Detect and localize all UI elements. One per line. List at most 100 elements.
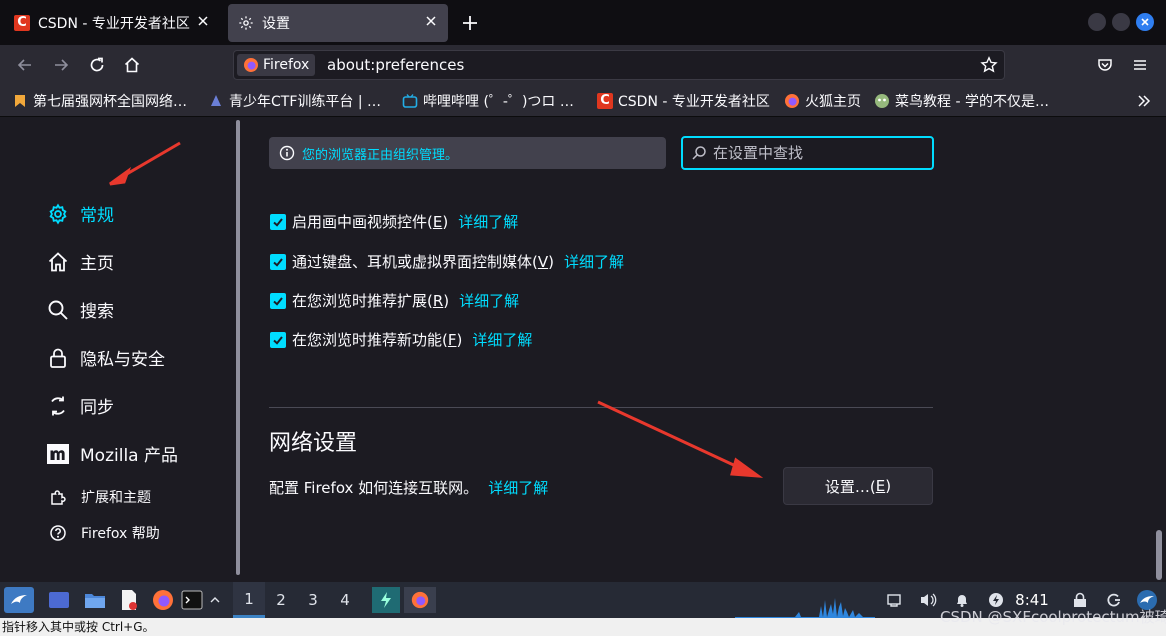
learn-more-link[interactable]: 详细了解 xyxy=(458,211,518,232)
back-button[interactable] xyxy=(13,53,37,77)
checkbox[interactable] xyxy=(270,213,286,230)
bookmark-item[interactable]: 火狐主页 xyxy=(784,91,861,111)
minimize-button[interactable] xyxy=(1088,13,1106,31)
window-close-button[interactable] xyxy=(1136,13,1154,31)
new-tab-button[interactable] xyxy=(460,13,480,33)
folder-icon xyxy=(85,594,105,608)
learn-more-link[interactable]: 详细了解 xyxy=(488,477,548,498)
option-label[interactable]: 启用画中画视频控件(E) xyxy=(292,211,448,232)
reload-button[interactable] xyxy=(85,53,109,77)
arrow-left-icon xyxy=(17,59,31,71)
sidebar-item-help[interactable]: Firefox 帮助 xyxy=(46,523,160,543)
checkbox[interactable] xyxy=(270,253,286,270)
learn-more-link[interactable]: 详细了解 xyxy=(472,329,532,350)
taskbar-window-kali[interactable] xyxy=(372,587,400,613)
info-icon xyxy=(279,145,295,161)
checkmark-icon xyxy=(273,335,283,345)
sidebar-item-label: 同步 xyxy=(80,398,114,418)
volume-icon[interactable] xyxy=(916,587,940,613)
network-tray-icon[interactable] xyxy=(884,587,904,613)
bookmark-item[interactable]: 第七届强网杯全国网络… xyxy=(12,91,187,111)
url-bar[interactable]: Firefox about:preferences xyxy=(233,50,1005,80)
bookmark-item[interactable]: C CSDN - 专业开发者社区 xyxy=(597,91,770,111)
forward-button[interactable] xyxy=(49,53,73,77)
help-icon xyxy=(49,524,67,542)
sidebar-item-label: 扩展和主题 xyxy=(81,490,151,506)
bookmark-item[interactable]: 菜鸟教程 - 学的不仅是… xyxy=(874,91,1049,111)
search-input[interactable] xyxy=(713,144,923,162)
close-icon[interactable] xyxy=(196,14,210,28)
taskbar-app-files[interactable] xyxy=(82,587,108,613)
learn-more-link[interactable]: 详细了解 xyxy=(459,290,519,311)
taskbar-expand-button[interactable] xyxy=(206,587,224,613)
bookmark-star-icon[interactable] xyxy=(980,56,998,74)
tab-settings[interactable]: 设置 xyxy=(228,4,448,42)
settings-search-box[interactable] xyxy=(681,136,934,170)
csdn-logo: C xyxy=(14,15,30,31)
pocket-button[interactable] xyxy=(1093,53,1117,77)
content-scrollbar[interactable] xyxy=(1156,530,1162,580)
option-label[interactable]: 在您浏览时推荐新功能(F) xyxy=(292,329,462,350)
taskbar-app-desktop[interactable] xyxy=(46,587,72,613)
bilibili-icon xyxy=(402,93,418,109)
taskbar-app-firefox[interactable] xyxy=(150,587,176,613)
bookmark-favicon-icon xyxy=(208,93,224,109)
tab-csdn[interactable]: C CSDN - 专业开发者社区 xyxy=(4,4,220,42)
tab-strip: C CSDN - 专业开发者社区 设置 xyxy=(0,0,1166,45)
runoob-icon xyxy=(874,93,890,109)
policies-notice-text: 您的浏览器正由组织管理。 xyxy=(302,147,459,163)
workspace-2[interactable]: 2 xyxy=(265,582,297,618)
network-settings-button[interactable]: 设置…(E) xyxy=(783,467,933,505)
sidebar-item-label: 主页 xyxy=(80,254,114,274)
bookmark-item[interactable]: 哔哩哔哩 (゜-゜)つロ … xyxy=(402,91,574,111)
sidebar-scrollbar[interactable] xyxy=(236,120,240,575)
sync-icon xyxy=(46,394,70,418)
bookmark-favicon-icon xyxy=(12,93,28,109)
button-label: 设置…( xyxy=(824,477,876,496)
firefox-icon xyxy=(784,93,800,109)
workspace-1[interactable]: 1 xyxy=(233,582,265,618)
chevron-up-icon xyxy=(210,597,220,603)
home-icon xyxy=(46,250,70,274)
sidebar-item-search[interactable]: 搜索 xyxy=(46,297,114,322)
sidebar-item-home[interactable]: 主页 xyxy=(46,249,114,274)
taskbar-window-firefox[interactable] xyxy=(404,587,436,613)
network-settings-title: 网络设置 xyxy=(269,431,358,456)
sidebar-item-label: 常规 xyxy=(80,206,114,226)
terminal-icon xyxy=(181,590,203,610)
sidebar-item-addons[interactable]: 扩展和主题 xyxy=(46,487,151,507)
checkbox[interactable] xyxy=(270,331,286,348)
home-button[interactable] xyxy=(120,53,144,77)
sidebar-item-sync[interactable]: 同步 xyxy=(46,393,114,418)
bookmark-item[interactable]: 青少年CTF训练平台 | … xyxy=(208,91,381,111)
checkbox[interactable] xyxy=(270,292,286,309)
arrow-right-icon xyxy=(55,59,69,71)
identity-box[interactable]: Firefox xyxy=(237,54,316,76)
pocket-icon xyxy=(1098,59,1112,71)
option-label[interactable]: 在您浏览时推荐扩展(R) xyxy=(292,290,449,311)
workspace-4[interactable]: 4 xyxy=(329,582,361,618)
workspace-3[interactable]: 3 xyxy=(297,582,329,618)
bookmarks-overflow-button[interactable] xyxy=(1136,93,1152,109)
kali-menu-button[interactable] xyxy=(4,587,34,613)
sidebar-item-mozilla-products[interactable]: Mozilla 产品 xyxy=(46,441,178,466)
close-icon[interactable] xyxy=(424,14,438,28)
maximize-button[interactable] xyxy=(1112,13,1130,31)
bolt-icon xyxy=(381,592,391,608)
learn-more-link[interactable]: 详细了解 xyxy=(564,251,624,272)
sidebar-item-general[interactable]: 常规 xyxy=(46,201,114,226)
network-graph xyxy=(735,598,875,618)
reload-icon xyxy=(90,57,104,72)
sidebar-item-label: 隐私与安全 xyxy=(80,350,165,370)
url-text[interactable]: about:preferences xyxy=(327,56,464,74)
network-desc-text: 配置 Firefox 如何连接互联网。 xyxy=(269,479,479,497)
policies-notice[interactable]: 您的浏览器正由组织管理。 xyxy=(269,137,666,169)
taskbar-app-editor[interactable] xyxy=(116,587,142,613)
lock-icon xyxy=(46,346,70,370)
sidebar-item-privacy[interactable]: 隐私与安全 xyxy=(46,345,165,370)
menu-button[interactable] xyxy=(1128,53,1152,77)
taskbar-app-terminal[interactable] xyxy=(180,587,204,613)
identity-label: Firefox xyxy=(263,57,310,73)
bookmark-label: CSDN - 专业开发者社区 xyxy=(618,94,770,110)
option-label[interactable]: 通过键盘、耳机或虚拟界面控制媒体(V) xyxy=(292,251,554,272)
